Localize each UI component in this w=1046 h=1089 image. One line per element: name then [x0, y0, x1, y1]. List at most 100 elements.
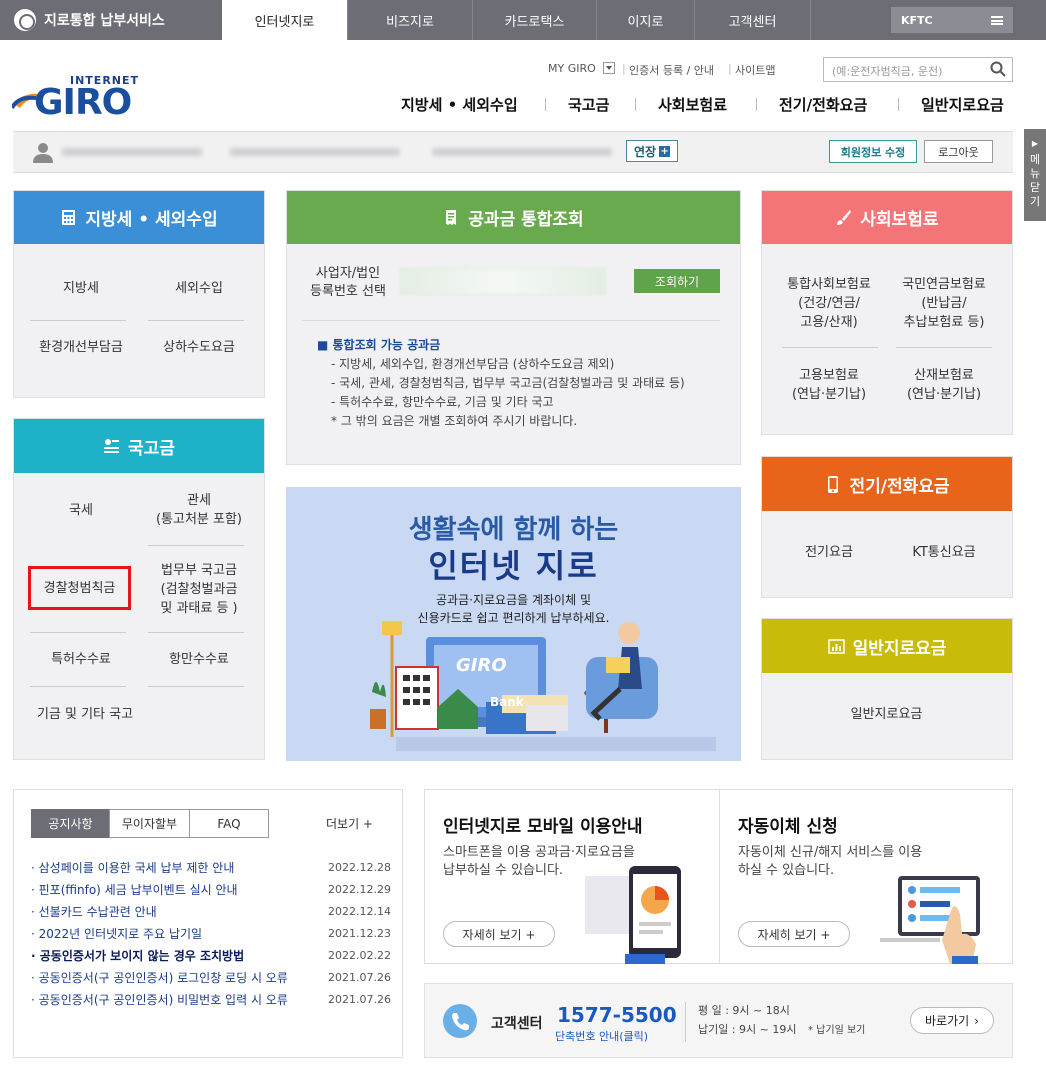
list-item[interactable]: 선불카드 수납관련 안내 2022.12.14	[31, 902, 391, 920]
brush-icon	[837, 210, 852, 225]
menu-justice-treasury[interactable]: 법무부 국고금 (검찰청벌과금 및 과태료 등 )	[138, 560, 260, 618]
short-number-link[interactable]: 단축번호 안내(클릭)	[555, 1028, 648, 1044]
gnb-general-giro[interactable]: 일반지로요금	[921, 94, 1004, 115]
tab-card-tax[interactable]: 카드로택스	[472, 0, 596, 40]
notice-date: 2021.12.23	[328, 926, 391, 940]
menu-industrial-accident-insurance[interactable]: 산재보험료 (연납·분기납)	[885, 364, 1003, 406]
plus-icon: +	[659, 145, 671, 157]
local-tax-title: 지방세 • 세외수입	[85, 210, 218, 230]
tab-biz-giro[interactable]: 비즈지로	[347, 0, 472, 40]
gnb-local-tax[interactable]: 지방세 • 세외수입	[401, 94, 518, 115]
notice-more-link[interactable]: 더보기 +	[326, 815, 373, 832]
banner-bank-label: Bank	[490, 695, 524, 709]
note-line: * 그 밖의 요금은 개별 조회하여 주시기 바랍니다.	[331, 414, 578, 428]
list-item[interactable]: 2022년 인터넷지로 주요 납기일 2021.12.23	[31, 924, 391, 942]
user-id-redacted	[230, 148, 400, 156]
menu-police-fine[interactable]: 경찰청범칙금	[28, 566, 131, 610]
gnb-electric-phone[interactable]: 전기/전화요금	[779, 94, 867, 115]
sitemap-link[interactable]: 사이트맵	[735, 62, 775, 78]
note-line: - 국세, 관세, 경찰청범칙금, 법무부 국고금(검찰청벌과금 및 과태료 등…	[331, 376, 685, 390]
electric-phone-header[interactable]: 전기/전화요금	[762, 457, 1012, 511]
general-giro-header[interactable]: 일반지로요금	[762, 619, 1012, 673]
menu-non-tax-revenue[interactable]: 세외수입	[138, 272, 260, 304]
kftc-menu-button[interactable]: KFTC	[891, 7, 1013, 33]
customer-center-bar: 고객센터 1577-5500 단축번호 안내(클릭) 평 일 : 9시 ~ 18…	[424, 983, 1013, 1058]
mobile-guide-desc-2: 납부하실 수 있습니다.	[443, 863, 564, 878]
due-day-link[interactable]: * 납기일 보기	[808, 1021, 865, 1036]
list-item[interactable]: 핀포(ffinfo) 세금 납부이벤트 실시 안내 2022.12.29	[31, 880, 391, 898]
menu-port-fee[interactable]: 항만수수료	[138, 645, 260, 673]
tab-easy-giro[interactable]: 이지로	[596, 0, 694, 40]
coins-icon	[104, 438, 120, 453]
menu-employment-insurance[interactable]: 고용보험료 (연납·분기납)	[770, 364, 888, 406]
list-item[interactable]: 공동인증서(구 공인인증서) 비밀번호 입력 시 오류 2021.07.26	[31, 990, 391, 1008]
search-input[interactable]: (예:운전자범칙금, 운전)	[823, 57, 1013, 82]
tab-interest-free[interactable]: 무이자할부	[109, 809, 190, 838]
menu-water-charge[interactable]: 상하수도요금	[138, 331, 260, 363]
util-divider: |	[728, 62, 732, 75]
tab-faq[interactable]: FAQ	[189, 809, 269, 838]
general-giro-panel: 일반지로요금	[761, 618, 1013, 760]
auto-transfer-desc-1: 자동이체 신규/해지 서비스를 이용	[738, 845, 923, 860]
edit-member-info-button[interactable]: 회원정보 수정	[829, 140, 917, 163]
extend-label: 연장	[633, 144, 657, 159]
auto-transfer-more-button[interactable]: 자세히 보기 +	[738, 921, 850, 947]
extend-session-button[interactable]: 연장 +	[626, 140, 678, 162]
service-brand[interactable]: 지로통합 납부서비스	[0, 0, 222, 40]
divider	[685, 1002, 686, 1042]
gnb-social-insurance[interactable]: 사회보험료	[658, 94, 727, 115]
tab-notice[interactable]: 공지사항	[31, 809, 110, 838]
menu-integrated-social-insurance[interactable]: 통합사회보험료 (건강/연금/ 고용/산재)	[770, 272, 888, 334]
auto-transfer-box[interactable]: 자동이체 신청 자동이체 신규/해지 서비스를 이용 하실 수 있습니다. 자세…	[719, 789, 1013, 964]
search-icon[interactable]	[990, 61, 1006, 77]
go-button[interactable]: 바로가기 ›	[910, 1007, 994, 1034]
tab-internet-giro[interactable]: 인터넷지로	[222, 0, 347, 40]
menu-electricity[interactable]: 전기요금	[770, 538, 888, 566]
list-item[interactable]: 공동인증서가 보이지 않는 경우 조치방법 2022.02.22	[31, 946, 391, 964]
national-treasury-title: 국고금	[128, 438, 175, 459]
internet-giro-logo[interactable]: INTERNET GIRO	[12, 74, 140, 124]
list-item[interactable]: 삼성페이를 이용한 국세 납부 제한 안내 2022.12.28	[31, 858, 391, 876]
menu-close-side-tab[interactable]: ▶ 메뉴닫기	[1024, 129, 1046, 221]
menu-fund-other[interactable]: 기금 및 기타 국고	[20, 700, 150, 728]
tab-customer-center[interactable]: 고객센터	[694, 0, 811, 40]
menu-kt-telecom[interactable]: KT통신요금	[885, 538, 1003, 566]
local-tax-header[interactable]: 지방세 • 세외수입	[14, 191, 264, 244]
menu-environment-charge[interactable]: 환경개선부담금	[20, 331, 142, 363]
dropdown-arrow-icon[interactable]	[603, 62, 615, 74]
general-giro-title: 일반지로요금	[852, 638, 947, 659]
business-number-select[interactable]	[400, 268, 606, 295]
certificate-link[interactable]: 인증서 등록 / 안내	[629, 62, 714, 78]
receipt-icon	[446, 210, 457, 225]
gnb-divider	[545, 98, 546, 111]
logout-button[interactable]: 로그아웃	[924, 140, 993, 163]
session-time-redacted	[432, 148, 612, 156]
promo-banner[interactable]: 생활속에 함께 하는 인터넷 지로 공과금·지로요금을 계좌이체 및 신용카드로…	[286, 487, 741, 761]
integrated-inquiry-header[interactable]: 공과금 통합조회	[287, 191, 740, 244]
menu-customs[interactable]: 관세 (통고처분 포함)	[138, 490, 260, 530]
inquiry-button[interactable]: 조회하기	[634, 269, 720, 293]
phone-handset-icon	[443, 1004, 477, 1038]
menu-national-pension[interactable]: 국민연금보험료 (반납금/ 추납보험료 등)	[885, 272, 1003, 334]
menu-national-tax[interactable]: 국세	[20, 490, 142, 530]
notice-date: 2022.12.29	[328, 882, 391, 896]
national-treasury-header[interactable]: 국고금	[14, 419, 264, 473]
auto-transfer-desc-2: 하실 수 있습니다.	[738, 863, 835, 878]
mobile-more-button[interactable]: 자세히 보기 +	[443, 921, 555, 947]
gnb-national-treasury[interactable]: 국고금	[568, 94, 609, 115]
list-item[interactable]: 공동인증서(구 공인인증서) 로그인창 로딩 시 오류 2021.07.26	[31, 968, 391, 986]
menu-general-giro[interactable]: 일반지로요금	[770, 700, 1003, 728]
user-name-redacted	[62, 148, 202, 156]
notice-title: 공동인증서(구 공인인증서) 비밀번호 입력 시 오류	[31, 991, 306, 1008]
mobile-guide-title: 인터넷지로 모바일 이용안내	[443, 817, 643, 837]
go-button-label: 바로가기	[925, 1014, 970, 1028]
due-day-hours: 납기일 : 9시 ~ 19시	[698, 1023, 797, 1036]
social-insurance-header[interactable]: 사회보험료	[762, 191, 1012, 244]
menu-local-tax[interactable]: 지방세	[20, 272, 142, 304]
menu-patent-fee[interactable]: 특허수수료	[20, 645, 142, 673]
notice-title: 2022년 인터넷지로 주요 납기일	[31, 925, 306, 942]
banner-headline-2: 인터넷 지로	[428, 547, 599, 585]
divider	[30, 686, 126, 687]
mobile-guide-box[interactable]: 인터넷지로 모바일 이용안내 스마트폰을 이용 공과금·지로요금을 납부하실 수…	[424, 789, 720, 964]
my-giro-link[interactable]: MY GIRO	[548, 62, 596, 75]
